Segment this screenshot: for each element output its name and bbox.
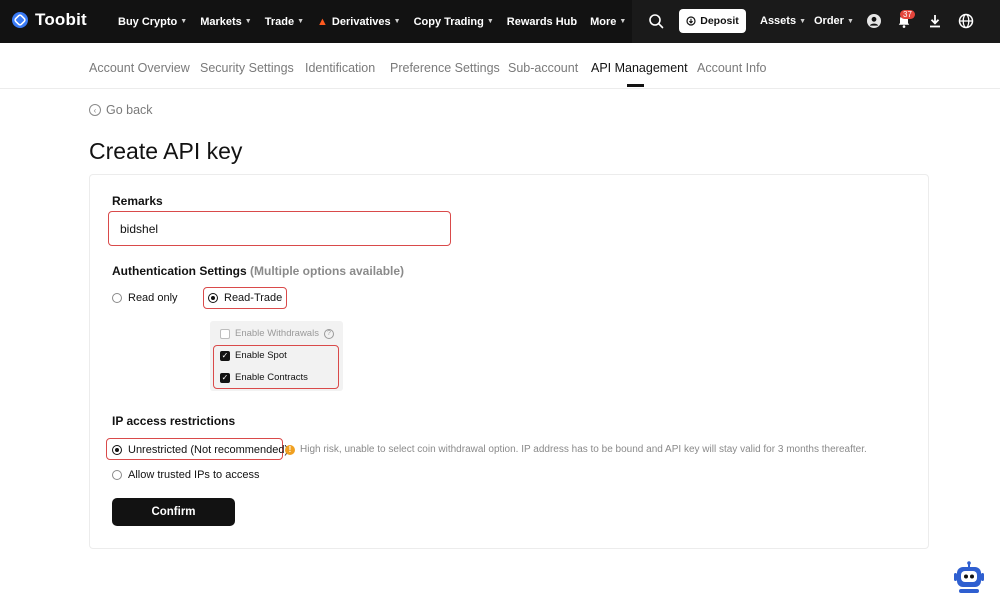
checkbox[interactable]: ✓ xyxy=(220,372,230,383)
brand-name: Toobit xyxy=(35,10,87,29)
fire-icon: ▲ xyxy=(317,15,328,28)
radio-button[interactable] xyxy=(112,445,122,455)
nav-rewards-hub[interactable]: Rewards Hub xyxy=(507,16,577,28)
tab-preference-settings[interactable]: Preference Settings xyxy=(390,61,500,75)
nav-trade[interactable]: Trade ▼ xyxy=(265,16,304,28)
nav-label: Derivatives xyxy=(331,15,391,28)
permission-enable-contracts[interactable]: ✓ Enable Contracts xyxy=(220,372,308,383)
checkbox-label: Enable Spot xyxy=(235,350,287,361)
remarks-label: Remarks xyxy=(112,194,163,208)
radio-label: Unrestricted (Not recommended) xyxy=(128,444,289,456)
tab-identification[interactable]: Identification xyxy=(305,61,375,75)
nav-buy-crypto[interactable]: Buy Crypto ▼ xyxy=(118,16,187,28)
search-icon[interactable] xyxy=(648,13,664,29)
main-nav: Buy Crypto ▼ Markets ▼ Trade ▼ ▲ Derivatives… xyxy=(118,0,639,43)
tab-api-management[interactable]: API Management xyxy=(591,61,688,75)
auth-settings-title: Authentication Settings xyxy=(112,264,247,278)
globe-icon[interactable] xyxy=(958,13,974,29)
user-avatar-icon[interactable] xyxy=(866,13,882,29)
nav-label: Markets xyxy=(200,15,242,28)
toobit-logo-icon xyxy=(12,12,28,28)
permission-enable-withdrawals: Enable Withdrawals ? xyxy=(220,328,334,339)
auth-option-read-trade[interactable]: Read-Trade xyxy=(208,292,282,304)
download-icon[interactable] xyxy=(927,13,943,29)
active-tab-indicator xyxy=(627,84,644,87)
ip-option-trusted[interactable]: Allow trusted IPs to access xyxy=(112,469,259,481)
ip-option-unrestricted[interactable]: Unrestricted (Not recommended) xyxy=(112,444,288,456)
auth-settings-label: Authentication Settings (Multiple option… xyxy=(112,264,404,278)
tab-account-overview[interactable]: Account Overview xyxy=(89,61,190,75)
checkbox xyxy=(220,328,230,339)
ip-warning: ! High risk, unable to select coin withd… xyxy=(285,444,867,455)
permission-enable-spot[interactable]: ✓ Enable Spot xyxy=(220,350,287,361)
nav-label: Buy Crypto xyxy=(118,15,178,28)
top-navbar: Toobit Buy Crypto ▼ Markets ▼ Trade ▼ ▲ Deri… xyxy=(0,0,1000,43)
chevron-down-icon: ▼ xyxy=(244,18,252,25)
nav-label: Rewards Hub xyxy=(506,15,578,28)
brand-logo[interactable]: Toobit xyxy=(11,10,87,30)
arrow-left-icon: ‹ xyxy=(89,104,101,116)
assets-menu[interactable]: Assets ▼ xyxy=(760,15,806,27)
nav-label: Copy Trading xyxy=(413,15,484,28)
chevron-down-icon: ▼ xyxy=(393,18,401,25)
ip-restrictions-label: IP access restrictions xyxy=(112,414,236,428)
robot-assistant-icon[interactable] xyxy=(953,561,985,595)
nav-markets[interactable]: Markets ▼ xyxy=(200,16,252,28)
ip-warning-text: High risk, unable to select coin withdra… xyxy=(300,444,867,455)
help-icon[interactable]: ? xyxy=(323,328,334,339)
order-menu[interactable]: Order ▼ xyxy=(814,15,854,27)
chevron-down-icon: ▼ xyxy=(619,18,627,25)
page-title: Create API key xyxy=(89,138,243,164)
radio-label: Allow trusted IPs to access xyxy=(128,469,260,481)
chevron-down-icon: ▼ xyxy=(180,18,188,25)
nav-derivatives[interactable]: ▲ Derivatives ▼ xyxy=(317,16,401,28)
tab-account-info[interactable]: Account Info xyxy=(697,61,767,75)
assets-label: Assets xyxy=(760,15,797,27)
chevron-down-icon: ▼ xyxy=(799,17,807,25)
account-subtabs: Account Overview Security Settings Ident… xyxy=(0,43,1000,89)
nav-label: More xyxy=(590,15,617,28)
chevron-down-icon: ▼ xyxy=(846,17,854,25)
radio-button[interactable] xyxy=(112,293,122,303)
nav-more[interactable]: More ▼ xyxy=(590,16,626,28)
confirm-button[interactable]: Confirm xyxy=(112,498,235,526)
nav-copy-trading[interactable]: Copy Trading ▼ xyxy=(414,16,494,28)
radio-button[interactable] xyxy=(112,470,122,480)
checkbox[interactable]: ✓ xyxy=(220,350,230,361)
radio-label: Read only xyxy=(128,292,178,304)
remarks-input[interactable]: bidshel xyxy=(108,211,451,246)
radio-label: Read-Trade xyxy=(224,292,283,304)
auth-settings-hint: (Multiple options available) xyxy=(250,264,405,278)
chevron-down-icon: ▼ xyxy=(486,18,494,25)
auth-option-read-only[interactable]: Read only xyxy=(112,292,178,304)
nav-label: Trade xyxy=(264,15,295,28)
radio-button[interactable] xyxy=(208,293,218,303)
order-label: Order xyxy=(814,15,844,27)
tab-sub-account[interactable]: Sub-account xyxy=(508,61,578,75)
deposit-label: Deposit xyxy=(700,15,739,27)
checkbox-label: Enable Withdrawals xyxy=(235,328,319,339)
deposit-button[interactable]: Deposit xyxy=(679,9,746,33)
chevron-down-icon: ▼ xyxy=(297,18,305,25)
go-back-label: Go back xyxy=(106,103,153,117)
deposit-icon xyxy=(686,16,696,26)
go-back-link[interactable]: ‹ Go back xyxy=(89,103,153,117)
checkbox-label: Enable Contracts xyxy=(235,372,308,383)
tab-security-settings[interactable]: Security Settings xyxy=(200,61,294,75)
notification-badge: 37 xyxy=(900,10,915,19)
warning-icon: ! xyxy=(285,444,295,455)
